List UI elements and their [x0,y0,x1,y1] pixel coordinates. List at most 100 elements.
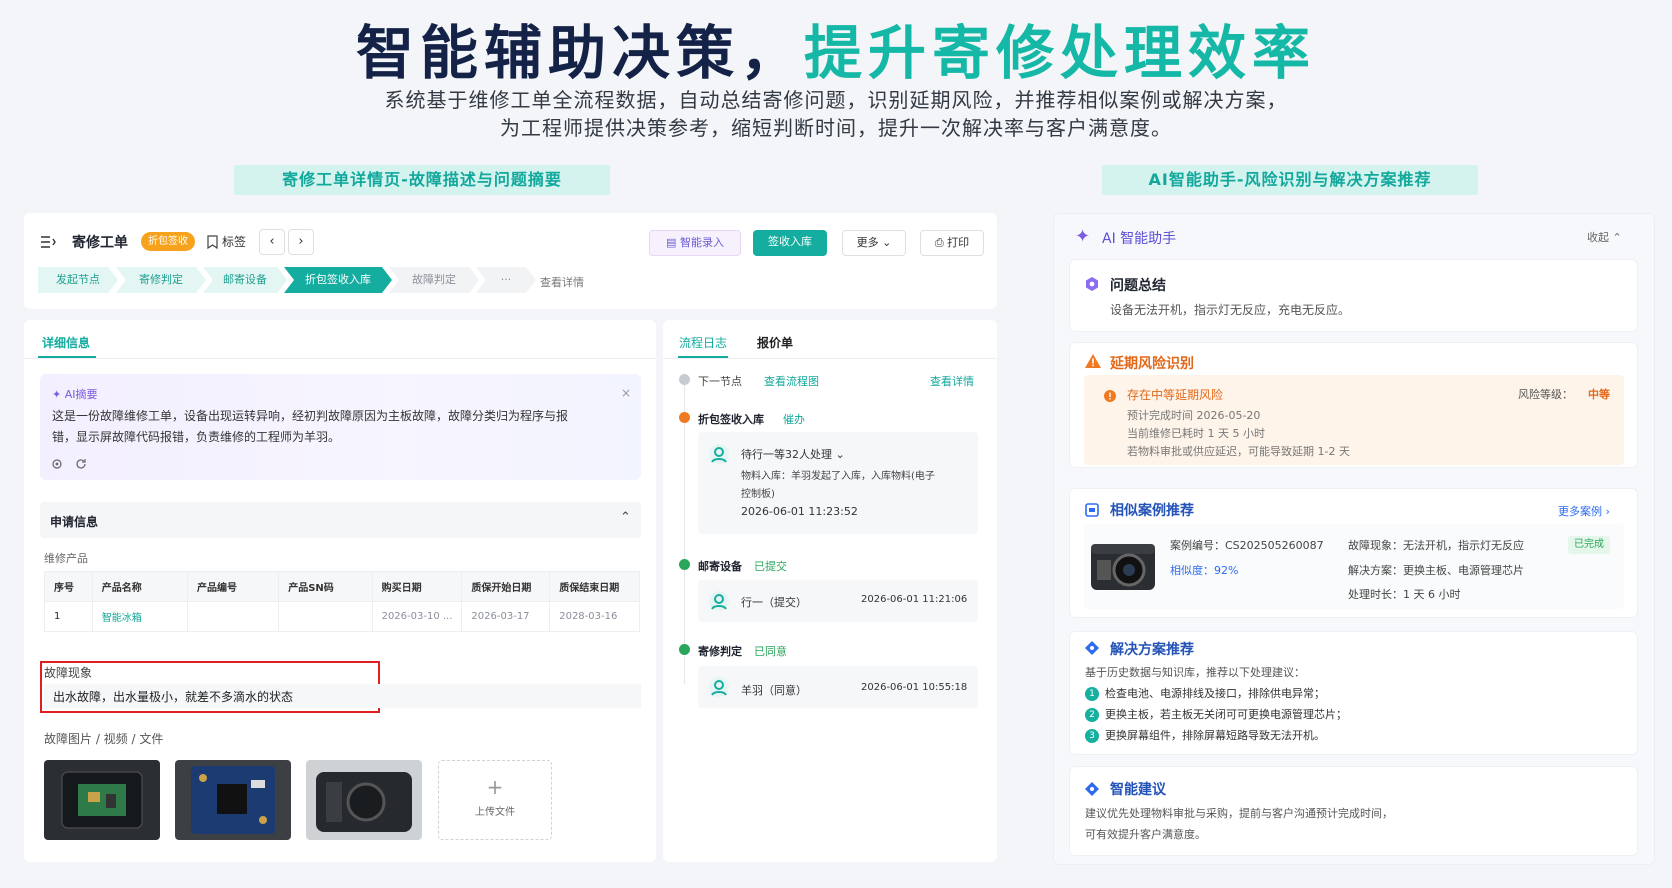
tab-quote[interactable]: 报价单 [757,334,793,351]
table-cell: 2028-03-16 [549,601,640,632]
fault-image-2[interactable] [175,760,291,840]
settings-icon[interactable] [51,455,63,474]
case-duration-value: 1 天 6 小时 [1403,588,1461,601]
breadcrumb-step-5[interactable]: 故障判定 [389,267,479,293]
view-details-link[interactable]: 查看详情 [540,274,584,290]
advice-title: 智能建议 [1110,782,1166,798]
log-node-3-person: 羊羽（同意） [741,684,807,697]
risk-title: 延期风险识别 [1110,356,1194,372]
log-node-1-line-3: 控制板) [741,489,775,500]
sparkle-icon: ✦ [1075,226,1091,247]
timeline-line [684,384,685,684]
smart-entry-label: 智能录入 [679,236,724,249]
chevron-right-icon: › [298,234,304,249]
breadcrumb-step-1[interactable]: 发起节点 [38,267,118,293]
log-node-1-line-1[interactable]: 待行一等32人处理 ⌄ [741,446,845,462]
breadcrumb-step-2[interactable]: 寄修判定 [116,267,206,293]
fault-image-3[interactable] [306,760,422,840]
more-cases-label: 更多案例 [1558,505,1602,518]
print-button[interactable]: ⎙ 打印 [920,230,984,256]
tag-label[interactable]: 标签 [222,233,246,250]
table-cell: 1 [44,601,93,632]
case-status-badge: 已完成 [1568,536,1610,554]
table-cell [278,601,373,632]
solutions-intro: 基于历史数据与知识库，推荐以下处理建议： [1085,666,1305,679]
smart-entry-button[interactable]: ▤ 智能录入 [649,230,741,256]
step-number: 2 [1085,708,1099,722]
assistant-title: AI 智能助手 [1102,231,1177,247]
application-info-title: 申请信息 [50,515,99,529]
case-similarity: 相似度：92% [1170,562,1238,578]
case-symptom-value: 无法开机，指示灯无反应 [1403,539,1524,552]
timeline-dot-2 [679,559,690,570]
timeline-dot-3 [679,644,690,655]
step-number: 1 [1085,687,1099,701]
prev-button[interactable]: ‹ [259,229,285,255]
log-node-1-time: 2026-06-01 11:23:52 [741,505,858,518]
menu-fold-icon[interactable] [40,234,56,253]
case-duration: 处理时长：1 天 6 小时 [1348,586,1461,602]
log-node-1-line-1-text: 待行一等32人处理 [741,448,832,461]
chevron-up-icon: ⌃ [1612,231,1622,244]
urge-link[interactable]: 催办 [783,411,805,427]
order-title: 寄修工单 [72,235,128,251]
next-button[interactable]: › [288,229,314,255]
close-icon[interactable]: × [621,386,631,400]
more-button[interactable]: 更多 ⌄ [842,230,906,256]
media-label: 故障图片 / 视频 / 文件 [44,732,164,746]
tab-divider [24,358,656,359]
repair-product-label: 维修产品 [44,552,88,565]
section-tag-left: 寄修工单详情页-故障描述与问题摘要 [234,165,610,195]
solutions-title: 解决方案推荐 [1110,642,1194,658]
solution-item: 3 更换屏幕组件，排除屏幕短路导致无法开机。 [1085,727,1325,743]
document-icon: ▤ [666,236,677,249]
summary-card [1069,259,1638,332]
log-node-2-person: 行一（提交） [741,596,807,609]
log-node-3-time: 2026-06-01 10:55:18 [861,682,968,693]
chevron-down-icon: ⌄ [882,236,892,249]
case-camera-image [1089,534,1157,596]
ai-summary-label: ✦ AI摘要 [52,386,98,402]
breadcrumb-step-4[interactable]: 折包签收入库 [284,267,392,293]
chevron-left-icon: ‹ [269,234,275,249]
solution-item-text: 检查电池、电源排线及接口，排除供电异常； [1105,687,1325,700]
next-node-label: 下一节点 [698,375,742,388]
step-number: 3 [1085,729,1099,743]
tag-icon[interactable] [206,234,219,253]
collapse-button[interactable]: 收起 ⌃ [1587,229,1622,245]
application-info-header[interactable] [40,502,641,538]
table-header: 产品SN码 [278,571,373,602]
lightbulb-icon [1085,781,1099,800]
section-tag-right: AI智能助手-风险识别与解决方案推荐 [1102,165,1478,195]
more-label: 更多 [856,236,879,249]
tab-flow-log[interactable]: 流程日志 [679,334,727,351]
view-flow-chart-link[interactable]: 查看流程图 [764,373,819,389]
chevron-right-icon: › [1605,505,1610,518]
case-solution-value: 更换主板、电源管理芯片 [1403,564,1524,577]
product-name-link[interactable]: 智能冰箱 [91,601,188,632]
refresh-icon[interactable] [75,455,87,474]
risk-line-3: 若物料审批或供应延迟，可能导致延期 1-2 天 [1127,445,1350,458]
sparkle-icon: ✦ [52,388,62,401]
breadcrumb-step-3[interactable]: 邮寄设备 [203,267,287,293]
case-solution-label: 解决方案： [1348,564,1403,577]
ai-summary-label-text: AI摘要 [64,388,98,401]
case-similarity-label: 相似度： [1170,564,1214,577]
chevron-down-icon: ⌄ [832,448,845,461]
table-header: 质保开始日期 [461,571,551,602]
view-details-link[interactable]: 查看详情 [930,373,974,389]
avatar [709,591,729,615]
tab-details[interactable]: 详细信息 [42,334,90,351]
more-cases-link[interactable]: 更多案例 › [1558,503,1610,519]
table-header: 序号 [44,571,93,602]
advice-line-2: 可有效提升客户满意度。 [1085,828,1206,841]
upload-button[interactable]: + 上传文件 [438,760,552,840]
risk-line-1: 预计完成时间 2026-05-20 [1127,409,1261,422]
printer-icon: ⎙ [934,236,944,249]
log-node-2-time: 2026-06-01 11:21:06 [861,594,968,605]
risk-level-label: 风险等级： [1518,388,1573,401]
chevron-up-icon[interactable]: ⌃ [620,510,631,525]
fault-image-1[interactable] [44,760,160,840]
receive-button[interactable]: 签收入库 [753,230,827,256]
risk-headline: 存在中等延期风险 [1127,388,1224,402]
